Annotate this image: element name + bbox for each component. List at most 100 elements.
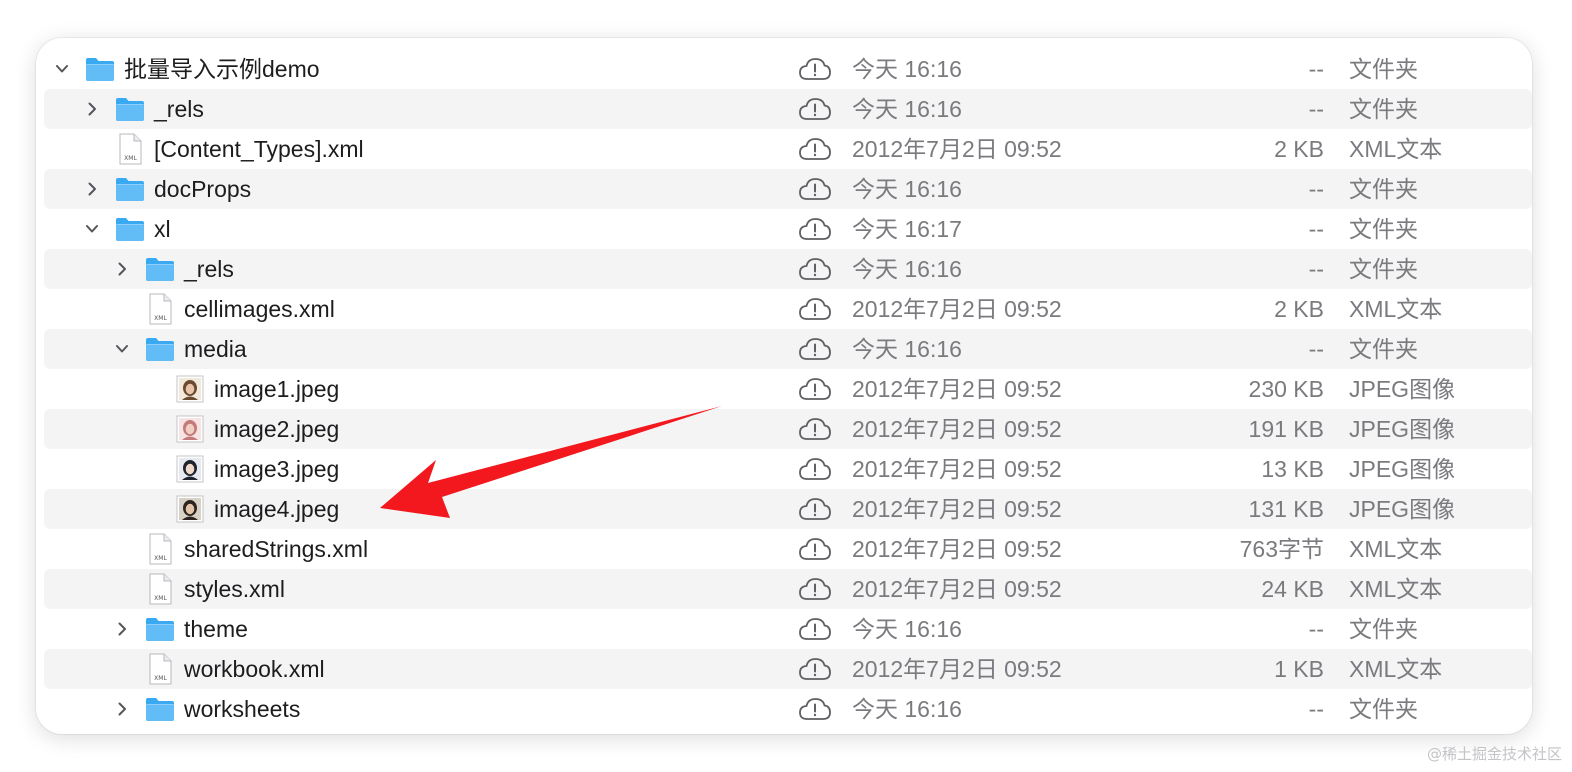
file-size: 2 KB [1274,296,1324,322]
file-size: -- [1308,56,1324,82]
finder-list-window: 批量导入示例demo 今天 16:16 -- 文件夹 _rels 今天 16:16 -- 文件… [36,38,1532,734]
file-row[interactable]: XML [Content_Types].xml 2012年7月2日 09:52 2 K… [44,129,1532,169]
file-kind: JPEG图像 [1349,496,1456,522]
file-size: -- [1308,696,1324,722]
folder-row[interactable]: theme 今天 16:16 -- 文件夹 [44,609,1532,649]
file-name: worksheets [184,696,301,722]
file-name: media [184,336,247,362]
icloud-not-downloaded-icon[interactable] [797,176,833,202]
file-name: 批量导入示例demo [124,56,320,82]
svg-text:XML: XML [154,595,167,602]
file-name: workbook.xml [184,656,325,682]
file-kind: XML文本 [1349,136,1443,162]
date-modified: 今天 16:17 [852,216,962,242]
date-modified: 2012年7月2日 09:52 [852,656,1062,682]
icloud-not-downloaded-icon[interactable] [797,416,833,442]
folder-icon [114,93,146,125]
file-row[interactable]: XML styles.xml 2012年7月2日 09:52 24 KB XML文本 [44,569,1532,609]
jpeg-thumbnail-icon [174,493,206,525]
file-name: styles.xml [184,576,285,602]
svg-text:XML: XML [154,315,167,322]
file-size: 24 KB [1261,576,1324,602]
file-size: -- [1308,216,1324,242]
file-kind: 文件夹 [1349,96,1418,122]
xml-file-icon: XML [114,133,146,165]
file-kind: 文件夹 [1349,336,1418,362]
icloud-not-downloaded-icon[interactable] [797,296,833,322]
file-kind: 文件夹 [1349,256,1418,282]
file-name: _rels [184,256,234,282]
file-size: 1 KB [1274,656,1324,682]
chevron-right-icon[interactable] [116,621,128,637]
chevron-right-icon[interactable] [86,101,98,117]
date-modified: 今天 16:16 [852,96,962,122]
file-name: docProps [154,176,252,202]
date-modified: 2012年7月2日 09:52 [852,536,1062,562]
file-row[interactable]: image2.jpeg 2012年7月2日 09:52 191 KB JPEG图像 [44,409,1532,449]
file-name: sharedStrings.xml [184,536,369,562]
jpeg-thumbnail-icon [174,453,206,485]
file-name: [Content_Types].xml [154,136,364,162]
file-row[interactable]: image3.jpeg 2012年7月2日 09:52 13 KB JPEG图像 [44,449,1532,489]
icloud-not-downloaded-icon[interactable] [797,496,833,522]
icloud-not-downloaded-icon[interactable] [797,576,833,602]
icloud-not-downloaded-icon[interactable] [797,336,833,362]
file-row[interactable]: XML sharedStrings.xml 2012年7月2日 09:52 763字节… [44,529,1532,569]
file-kind: 文件夹 [1349,696,1418,722]
icloud-not-downloaded-icon[interactable] [797,376,833,402]
icloud-not-downloaded-icon[interactable] [797,696,833,722]
folder-row[interactable]: docProps 今天 16:16 -- 文件夹 [44,169,1532,209]
folder-row[interactable]: _rels 今天 16:16 -- 文件夹 [44,89,1532,129]
file-kind: JPEG图像 [1349,456,1456,482]
date-modified: 今天 16:16 [852,176,962,202]
date-modified: 2012年7月2日 09:52 [852,136,1062,162]
folder-row[interactable]: 批量导入示例demo 今天 16:16 -- 文件夹 [44,49,1532,89]
chevron-right-icon[interactable] [86,181,98,197]
icloud-not-downloaded-icon[interactable] [797,96,833,122]
file-name: xl [154,216,171,242]
icloud-not-downloaded-icon[interactable] [797,216,833,242]
date-modified: 今天 16:16 [852,336,962,362]
icloud-not-downloaded-icon[interactable] [797,56,833,82]
file-name: theme [184,616,248,642]
file-size: 131 KB [1248,496,1324,522]
file-row[interactable]: XML workbook.xml 2012年7月2日 09:52 1 KB XML文本 [44,649,1532,689]
xml-file-icon: XML [144,533,176,565]
icloud-not-downloaded-icon[interactable] [797,536,833,562]
xml-file-icon: XML [144,573,176,605]
xml-file-icon: XML [144,653,176,685]
file-size: 191 KB [1248,416,1324,442]
file-name: image3.jpeg [214,456,340,482]
folder-row[interactable]: media 今天 16:16 -- 文件夹 [44,329,1532,369]
chevron-down-icon[interactable] [116,341,128,357]
icloud-not-downloaded-icon[interactable] [797,256,833,282]
chevron-right-icon[interactable] [116,261,128,277]
icloud-not-downloaded-icon[interactable] [797,656,833,682]
chevron-right-icon[interactable] [116,701,128,717]
file-name: image4.jpeg [214,496,340,522]
folder-icon [144,333,176,365]
folder-row[interactable]: xl 今天 16:17 -- 文件夹 [44,209,1532,249]
jpeg-thumbnail-icon [174,413,206,445]
chevron-down-icon[interactable] [56,61,68,77]
file-row[interactable]: XML cellimages.xml 2012年7月2日 09:52 2 KB XML文… [44,289,1532,329]
icloud-not-downloaded-icon[interactable] [797,136,833,162]
jpeg-thumbnail-icon [174,373,206,405]
file-size: -- [1308,176,1324,202]
folder-icon [114,173,146,205]
folder-row[interactable]: worksheets 今天 16:16 -- 文件夹 [44,689,1532,729]
file-row[interactable]: image1.jpeg 2012年7月2日 09:52 230 KB JPEG图像 [44,369,1532,409]
file-row[interactable]: image4.jpeg 2012年7月2日 09:52 131 KB JPEG图像 [44,489,1532,529]
file-size: 230 KB [1248,376,1324,402]
file-kind: 文件夹 [1349,616,1418,642]
icloud-not-downloaded-icon[interactable] [797,616,833,642]
file-size: -- [1308,616,1324,642]
folder-row[interactable]: _rels 今天 16:16 -- 文件夹 [44,249,1532,289]
icloud-not-downloaded-icon[interactable] [797,456,833,482]
file-size: -- [1308,256,1324,282]
chevron-down-icon[interactable] [86,221,98,237]
file-size: -- [1308,96,1324,122]
file-kind: XML文本 [1349,296,1443,322]
date-modified: 今天 16:16 [852,616,962,642]
file-kind: 文件夹 [1349,56,1418,82]
